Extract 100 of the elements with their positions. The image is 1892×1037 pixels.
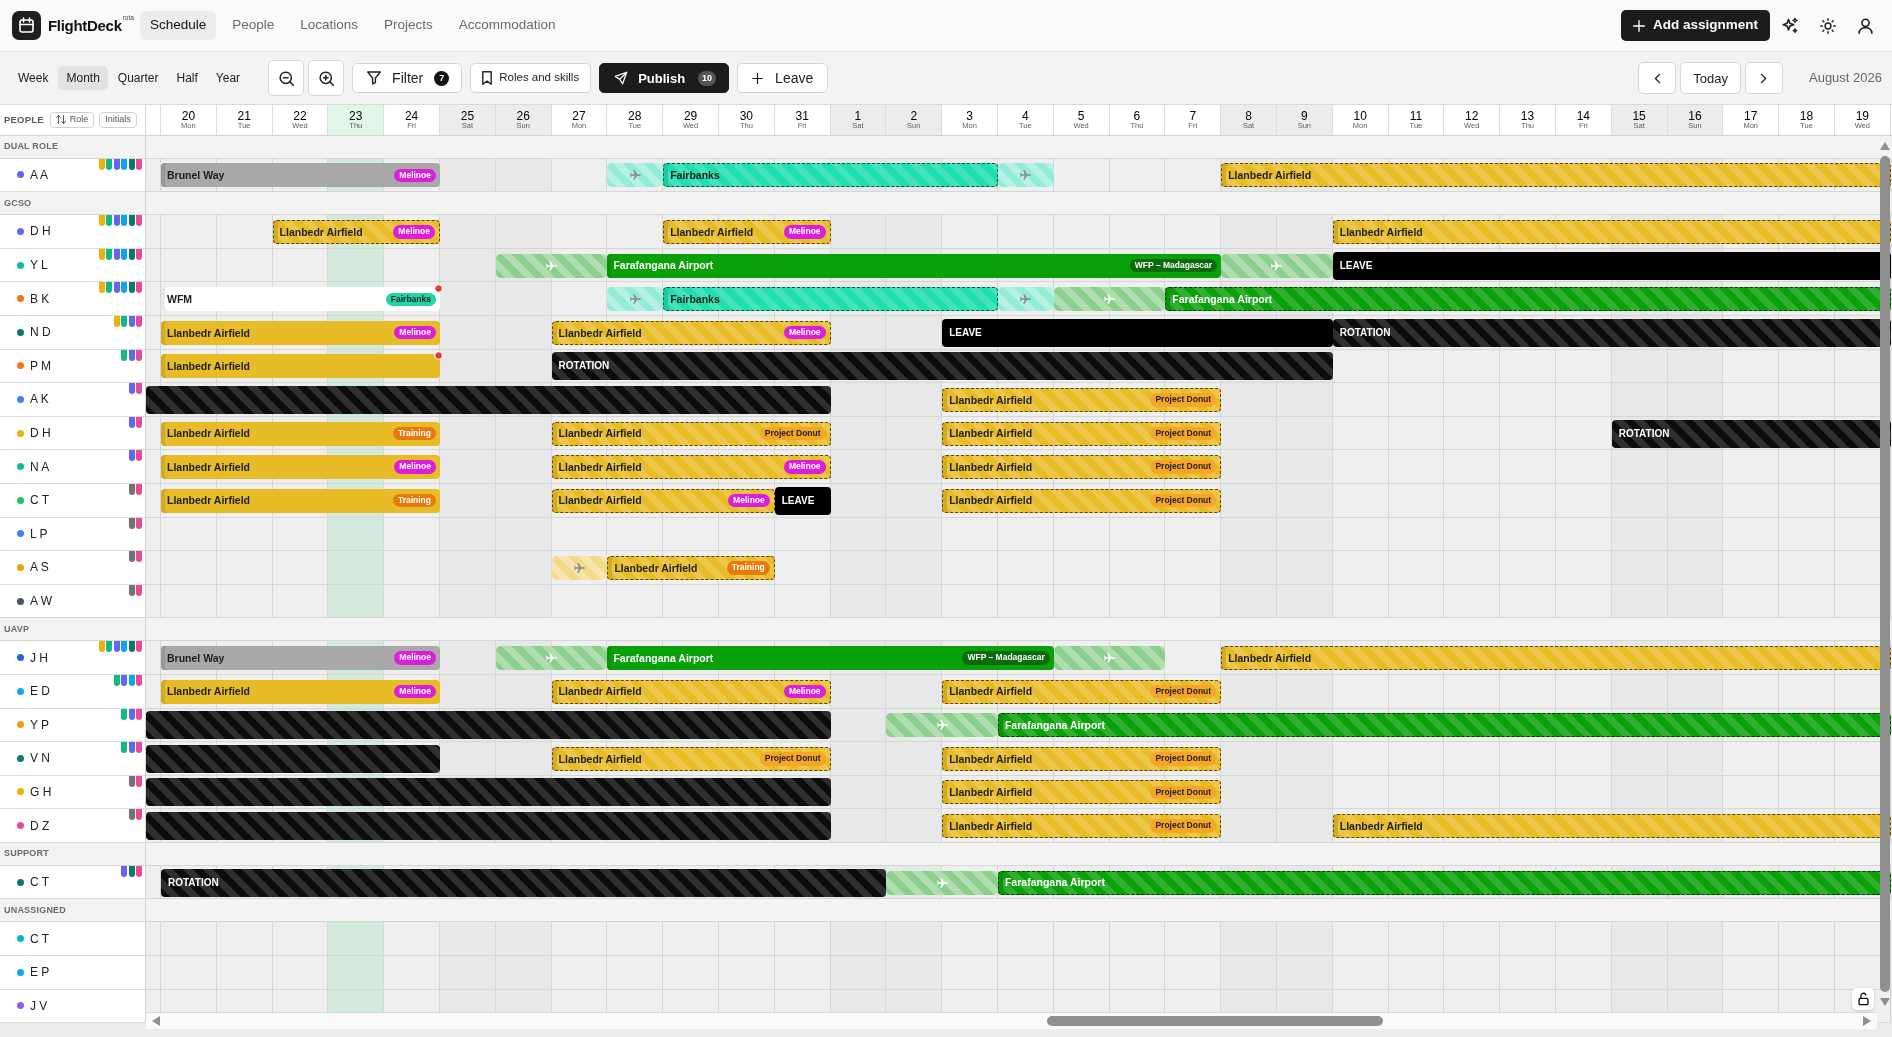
view-tab[interactable]: Week bbox=[10, 65, 57, 91]
previous-button[interactable] bbox=[1638, 62, 1677, 94]
rotation-bar[interactable]: ROTATION bbox=[161, 868, 887, 897]
assignment-bar[interactable]: Brunel Way Melinoe bbox=[161, 646, 440, 671]
view-tab[interactable]: Quarter bbox=[109, 65, 167, 91]
leave-button[interactable]: Leave bbox=[737, 63, 829, 93]
day-number: 7 bbox=[1189, 109, 1197, 123]
day-number: 27 bbox=[572, 109, 586, 123]
assignment-bar[interactable]: Llanbedr Airfield Project Donut bbox=[942, 488, 1222, 513]
view-tab[interactable]: Year bbox=[207, 65, 249, 91]
assignment-bar[interactable]: Llanbedr Airfield Training bbox=[161, 488, 440, 513]
horizontal-scrollbar[interactable] bbox=[146, 1012, 1877, 1029]
next-button[interactable] bbox=[1745, 62, 1783, 94]
rotation-bar[interactable] bbox=[146, 385, 831, 414]
nav-tab[interactable]: Schedule bbox=[139, 11, 217, 40]
nav-tab[interactable]: Locations bbox=[290, 11, 369, 40]
rotation-bar[interactable] bbox=[146, 744, 440, 773]
assignment-bar[interactable]: Llanbedr Airfield Melinoe bbox=[161, 455, 440, 480]
user-icon[interactable] bbox=[1858, 17, 1873, 34]
assignment-bar[interactable]: Llanbedr Airfield Melinoe bbox=[161, 320, 440, 345]
zoom-out-button[interactable] bbox=[268, 60, 305, 96]
assignment-bar[interactable]: Llanbedr Airfield Project Donut bbox=[942, 679, 1222, 704]
today-button[interactable]: Today bbox=[1680, 62, 1741, 94]
project-tag: Training bbox=[392, 494, 436, 508]
assignment-bar[interactable]: Llanbedr Airfield Project Donut bbox=[551, 421, 831, 446]
travel-segment[interactable] bbox=[1221, 253, 1333, 278]
assignment-bar[interactable]: Llanbedr Airfield bbox=[1221, 163, 1891, 188]
sun-icon[interactable] bbox=[1820, 17, 1836, 34]
project-tag: Project Donut bbox=[1150, 393, 1217, 407]
rotation-bar[interactable]: ROTATION bbox=[551, 352, 1333, 381]
assignment-bar[interactable]: Fairbanks bbox=[663, 163, 998, 188]
count-badge: 10 bbox=[698, 70, 717, 86]
scrollbar-thumb[interactable] bbox=[1879, 155, 1890, 992]
assignment-bar[interactable]: WFM Fairbanks bbox=[161, 287, 440, 312]
leave-bar[interactable]: LEAVE bbox=[774, 486, 831, 515]
assignment-bar[interactable]: Llanbedr Airfield Melinoe bbox=[551, 679, 831, 704]
assignment-bar[interactable]: Farafangana Airport WFP – Madagascar bbox=[607, 646, 1054, 671]
nav-tab[interactable]: Accommodation bbox=[448, 11, 566, 40]
rotation-bar[interactable] bbox=[146, 778, 831, 807]
assignment-bar[interactable]: Llanbedr Airfield Training bbox=[607, 555, 775, 580]
assignment-bar[interactable]: Llanbedr Airfield Project Donut bbox=[942, 780, 1222, 805]
assignment-bar[interactable]: Llanbedr Airfield Project Donut bbox=[942, 387, 1222, 412]
person-initials: E D bbox=[30, 685, 50, 698]
initials-button[interactable]: Initials bbox=[99, 111, 137, 128]
rotation-bar[interactable]: ROTATION bbox=[1332, 318, 1891, 347]
assignment-bar[interactable]: Llanbedr Airfield bbox=[1221, 646, 1891, 671]
assignment-bar[interactable]: Llanbedr Airfield Melinoe bbox=[663, 220, 831, 244]
view-tab[interactable]: Half bbox=[168, 65, 206, 91]
travel-segment[interactable] bbox=[1053, 287, 1166, 312]
day-number: 8 bbox=[1245, 109, 1252, 123]
sparkle-icon[interactable] bbox=[1782, 17, 1799, 34]
assignment-bar[interactable]: Llanbedr Airfield Project Donut bbox=[942, 455, 1222, 480]
roles-and-skills-button[interactable]: Roles and skills bbox=[470, 63, 592, 93]
assignment-bar[interactable]: Llanbedr Airfield Melinoe bbox=[551, 488, 775, 513]
assignment-bar[interactable]: Llanbedr Airfield Training bbox=[161, 421, 440, 446]
scroll-left-arrow-icon[interactable] bbox=[152, 1016, 160, 1026]
filter-button[interactable]: Filter 7 bbox=[352, 63, 463, 93]
travel-segment[interactable] bbox=[495, 646, 608, 671]
rotation-bar[interactable] bbox=[146, 812, 831, 841]
assignment-bar[interactable]: Llanbedr Airfield Project Donut bbox=[942, 814, 1222, 839]
day-number: 18 bbox=[1799, 109, 1814, 123]
assignment-bar[interactable]: Fairbanks bbox=[663, 287, 998, 312]
assignment-bar[interactable]: Llanbedr Airfield Project Donut bbox=[942, 421, 1222, 446]
assignment-bar[interactable]: Llanbedr Airfield bbox=[1332, 814, 1891, 839]
assignment-bar[interactable]: Llanbedr Airfield bbox=[1332, 220, 1891, 244]
scrollbar-thumb[interactable] bbox=[1047, 1016, 1383, 1026]
assignment-bar[interactable]: Farafangana Airport WFP – Madagascar bbox=[607, 253, 1222, 278]
nav-tab[interactable]: Projects bbox=[374, 11, 443, 40]
project-tag: Project Donut bbox=[1150, 426, 1217, 441]
plane-icon bbox=[1020, 294, 1032, 305]
scroll-up-arrow-icon[interactable] bbox=[1879, 141, 1890, 150]
assignment-bar[interactable]: Llanbedr Airfield Project Donut bbox=[942, 746, 1222, 771]
travel-segment[interactable] bbox=[1053, 646, 1166, 671]
assignment-bar[interactable]: Llanbedr Airfield Melinoe bbox=[161, 679, 440, 704]
leave-bar[interactable]: LEAVE bbox=[1332, 251, 1891, 280]
sort-by-role-button[interactable]: Role bbox=[49, 111, 95, 128]
add-assignment-button[interactable]: Add assignment bbox=[1621, 10, 1770, 41]
publish-button[interactable]: Publish 10 bbox=[599, 63, 730, 93]
scroll-down-arrow-icon[interactable] bbox=[1879, 998, 1890, 1006]
leave-bar[interactable]: LEAVE bbox=[942, 318, 1333, 347]
view-tab[interactable]: Month bbox=[58, 65, 108, 91]
zoom-in-button[interactable] bbox=[308, 60, 345, 96]
assignment-bar[interactable]: Llanbedr Airfield bbox=[161, 354, 440, 379]
person-initials: A A bbox=[30, 168, 49, 181]
day-number: 22 bbox=[293, 109, 307, 123]
assignment-bar[interactable]: Llanbedr Airfield Melinoe bbox=[551, 320, 831, 345]
assignment-bar[interactable]: Llanbedr Airfield Melinoe bbox=[551, 455, 831, 480]
travel-segment[interactable] bbox=[495, 253, 608, 278]
travel-segment[interactable] bbox=[886, 870, 998, 895]
rotation-bar[interactable] bbox=[146, 711, 831, 740]
assignment-bar[interactable]: Llanbedr Airfield Project Donut bbox=[551, 746, 831, 771]
assignment-bar[interactable]: Llanbedr Airfield Melinoe bbox=[272, 220, 440, 244]
scroll-right-arrow-icon[interactable] bbox=[1863, 1016, 1871, 1026]
nav-tab[interactable]: People bbox=[222, 11, 285, 40]
day-number: 24 bbox=[404, 109, 419, 123]
travel-segment[interactable] bbox=[886, 713, 998, 738]
assignment-bar[interactable]: Brunel Way Melinoe bbox=[161, 163, 440, 188]
lock-button[interactable] bbox=[1852, 988, 1874, 1010]
plane-icon bbox=[1104, 294, 1116, 305]
funnel-icon bbox=[367, 71, 382, 85]
